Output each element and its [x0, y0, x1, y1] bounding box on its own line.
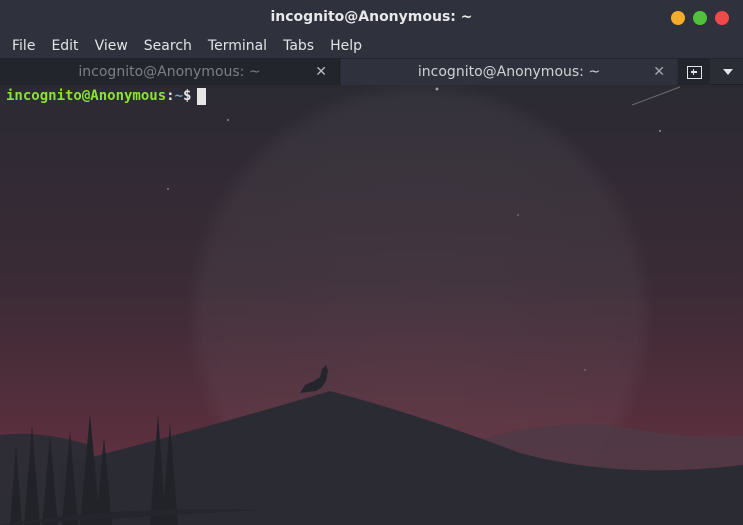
star	[167, 188, 169, 190]
window-controls	[671, 11, 729, 25]
window-title: incognito@Anonymous: ~	[270, 9, 473, 25]
terminal-area[interactable]: incognito@Anonymous: ~ $	[0, 85, 743, 525]
star	[584, 369, 586, 371]
tab-2-close-icon[interactable]: ✕	[653, 63, 665, 81]
prompt-user-host: incognito@Anonymous	[6, 88, 167, 104]
text-cursor	[197, 87, 207, 105]
menu-terminal[interactable]: Terminal	[200, 34, 275, 58]
prompt-path: ~	[174, 88, 184, 104]
prompt-symbol: $	[183, 88, 192, 104]
menu-tabs[interactable]: Tabs	[275, 34, 322, 58]
tab-1-label: incognito@Anonymous: ~	[78, 64, 261, 80]
star	[517, 214, 519, 216]
new-tab-button[interactable]	[678, 59, 710, 85]
menu-view[interactable]: View	[87, 34, 136, 58]
star	[435, 87, 439, 91]
close-button[interactable]	[715, 11, 729, 25]
menu-search[interactable]: Search	[136, 34, 200, 58]
tab-1-close-icon[interactable]: ✕	[315, 63, 327, 81]
tab-1[interactable]: incognito@Anonymous: ~ ✕	[0, 59, 340, 85]
wallpaper-background	[0, 85, 743, 525]
prompt-separator: :	[166, 88, 175, 104]
title-bar[interactable]: incognito@Anonymous: ~	[0, 0, 743, 34]
shell-prompt: incognito@Anonymous: ~ $	[6, 87, 207, 105]
chevron-down-icon	[722, 69, 733, 75]
maximize-button[interactable]	[693, 11, 707, 25]
new-tab-icon	[686, 65, 702, 79]
menu-file[interactable]: File	[4, 34, 43, 58]
tab-2-label: incognito@Anonymous: ~	[417, 64, 601, 80]
star	[659, 130, 661, 132]
menu-help[interactable]: Help	[322, 34, 370, 58]
menu-bar: File Edit View Search Terminal Tabs Help	[0, 34, 743, 58]
menu-edit[interactable]: Edit	[43, 34, 86, 58]
tab-bar: incognito@Anonymous: ~ ✕ incognito@Anony…	[0, 58, 743, 85]
minimize-button[interactable]	[671, 11, 685, 25]
terminal-window: incognito@Anonymous: ~ File Edit View Se…	[0, 0, 743, 525]
tab-menu-button[interactable]	[712, 59, 743, 85]
tab-2[interactable]: incognito@Anonymous: ~ ✕	[341, 59, 677, 85]
star	[227, 119, 229, 121]
